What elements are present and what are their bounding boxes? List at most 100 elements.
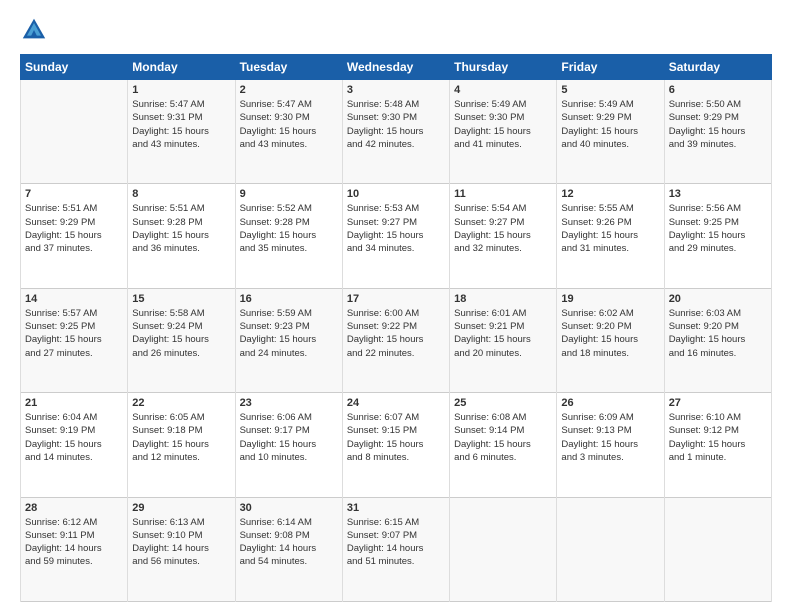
day-number: 15 (132, 293, 230, 305)
header (20, 16, 772, 44)
calendar-cell: 4Sunrise: 5:49 AM Sunset: 9:30 PM Daylig… (450, 80, 557, 184)
day-number: 14 (25, 293, 123, 305)
day-info: Sunrise: 5:59 AM Sunset: 9:23 PM Dayligh… (240, 307, 338, 360)
calendar-cell (21, 80, 128, 184)
day-info: Sunrise: 5:51 AM Sunset: 9:29 PM Dayligh… (25, 202, 123, 255)
day-info: Sunrise: 6:12 AM Sunset: 9:11 PM Dayligh… (25, 516, 123, 569)
calendar-cell: 28 Sunrise: 6:12 AM Sunset: 9:11 PM Dayli… (21, 497, 128, 601)
weekday-header-monday: Monday (128, 55, 235, 80)
day-info: Sunrise: 6:05 AM Sunset: 9:18 PM Dayligh… (132, 411, 230, 464)
calendar-week-row: 21 Sunrise: 6:04 AM Sunset: 9:19 PM Dayli… (21, 393, 772, 497)
day-info: Sunrise: 5:49 AM Sunset: 9:29 PM Dayligh… (561, 98, 659, 151)
weekday-header-wednesday: Wednesday (342, 55, 449, 80)
day-number: 17 (347, 293, 445, 305)
calendar-week-row: 14 Sunrise: 5:57 AM Sunset: 9:25 PM Dayli… (21, 288, 772, 392)
calendar-cell: 20Sunrise: 6:03 AM Sunset: 9:20 PM Dayli… (664, 288, 771, 392)
day-number: 4 (454, 84, 552, 96)
day-info: Sunrise: 6:08 AM Sunset: 9:14 PM Dayligh… (454, 411, 552, 464)
day-number: 29 (132, 502, 230, 514)
calendar-week-row: 28 Sunrise: 6:12 AM Sunset: 9:11 PM Dayli… (21, 497, 772, 601)
day-info: Sunrise: 5:50 AM Sunset: 9:29 PM Dayligh… (669, 98, 767, 151)
day-number: 28 (25, 502, 123, 514)
calendar-cell: 27 Sunrise: 6:10 AM Sunset: 9:12 PM Dayli… (664, 393, 771, 497)
day-info: Sunrise: 5:47 AM Sunset: 9:30 PM Dayligh… (240, 98, 338, 151)
logo (20, 16, 52, 44)
day-info: Sunrise: 6:09 AM Sunset: 9:13 PM Dayligh… (561, 411, 659, 464)
calendar-cell: 8 Sunrise: 5:51 AM Sunset: 9:28 PM Daylig… (128, 184, 235, 288)
day-info: Sunrise: 5:58 AM Sunset: 9:24 PM Dayligh… (132, 307, 230, 360)
weekday-header-tuesday: Tuesday (235, 55, 342, 80)
calendar-cell: 6Sunrise: 5:50 AM Sunset: 9:29 PM Daylig… (664, 80, 771, 184)
calendar-week-row: 7Sunrise: 5:51 AM Sunset: 9:29 PM Daylig… (21, 184, 772, 288)
day-number: 24 (347, 397, 445, 409)
day-info: Sunrise: 5:57 AM Sunset: 9:25 PM Dayligh… (25, 307, 123, 360)
day-number: 26 (561, 397, 659, 409)
calendar-cell: 15 Sunrise: 5:58 AM Sunset: 9:24 PM Dayli… (128, 288, 235, 392)
calendar-cell: 11 Sunrise: 5:54 AM Sunset: 9:27 PM Dayli… (450, 184, 557, 288)
logo-icon (20, 16, 48, 44)
calendar-cell: 9Sunrise: 5:52 AM Sunset: 9:28 PM Daylig… (235, 184, 342, 288)
calendar-cell: 26 Sunrise: 6:09 AM Sunset: 9:13 PM Dayli… (557, 393, 664, 497)
day-info: Sunrise: 6:00 AM Sunset: 9:22 PM Dayligh… (347, 307, 445, 360)
day-number: 23 (240, 397, 338, 409)
calendar-cell: 16 Sunrise: 5:59 AM Sunset: 9:23 PM Dayli… (235, 288, 342, 392)
weekday-header-thursday: Thursday (450, 55, 557, 80)
calendar-cell: 12 Sunrise: 5:55 AM Sunset: 9:26 PM Dayli… (557, 184, 664, 288)
day-info: Sunrise: 6:04 AM Sunset: 9:19 PM Dayligh… (25, 411, 123, 464)
day-info: Sunrise: 6:14 AM Sunset: 9:08 PM Dayligh… (240, 516, 338, 569)
day-info: Sunrise: 5:55 AM Sunset: 9:26 PM Dayligh… (561, 202, 659, 255)
weekday-header-saturday: Saturday (664, 55, 771, 80)
calendar-cell: 3 Sunrise: 5:48 AM Sunset: 9:30 PM Daylig… (342, 80, 449, 184)
day-info: Sunrise: 5:51 AM Sunset: 9:28 PM Dayligh… (132, 202, 230, 255)
day-number: 22 (132, 397, 230, 409)
calendar-cell (557, 497, 664, 601)
day-number: 12 (561, 188, 659, 200)
day-number: 21 (25, 397, 123, 409)
calendar-cell (664, 497, 771, 601)
day-number: 18 (454, 293, 552, 305)
day-info: Sunrise: 5:56 AM Sunset: 9:25 PM Dayligh… (669, 202, 767, 255)
calendar-cell: 24 Sunrise: 6:07 AM Sunset: 9:15 PM Dayli… (342, 393, 449, 497)
day-info: Sunrise: 6:01 AM Sunset: 9:21 PM Dayligh… (454, 307, 552, 360)
calendar-cell: 19 Sunrise: 6:02 AM Sunset: 9:20 PM Dayli… (557, 288, 664, 392)
calendar-cell: 17 Sunrise: 6:00 AM Sunset: 9:22 PM Dayli… (342, 288, 449, 392)
day-info: Sunrise: 6:06 AM Sunset: 9:17 PM Dayligh… (240, 411, 338, 464)
calendar-cell: 13Sunrise: 5:56 AM Sunset: 9:25 PM Dayli… (664, 184, 771, 288)
day-number: 16 (240, 293, 338, 305)
day-number: 8 (132, 188, 230, 200)
day-info: Sunrise: 6:02 AM Sunset: 9:20 PM Dayligh… (561, 307, 659, 360)
calendar-cell: 29 Sunrise: 6:13 AM Sunset: 9:10 PM Dayli… (128, 497, 235, 601)
day-number: 25 (454, 397, 552, 409)
day-info: Sunrise: 5:48 AM Sunset: 9:30 PM Dayligh… (347, 98, 445, 151)
calendar-cell: 18 Sunrise: 6:01 AM Sunset: 9:21 PM Dayli… (450, 288, 557, 392)
day-number: 11 (454, 188, 552, 200)
day-info: Sunrise: 5:54 AM Sunset: 9:27 PM Dayligh… (454, 202, 552, 255)
calendar-cell: 23 Sunrise: 6:06 AM Sunset: 9:17 PM Dayli… (235, 393, 342, 497)
page: SundayMondayTuesdayWednesdayThursdayFrid… (0, 0, 792, 612)
day-number: 3 (347, 84, 445, 96)
calendar-cell: 14 Sunrise: 5:57 AM Sunset: 9:25 PM Dayli… (21, 288, 128, 392)
calendar-cell: 22 Sunrise: 6:05 AM Sunset: 9:18 PM Dayli… (128, 393, 235, 497)
day-info: Sunrise: 6:10 AM Sunset: 9:12 PM Dayligh… (669, 411, 767, 464)
day-info: Sunrise: 6:07 AM Sunset: 9:15 PM Dayligh… (347, 411, 445, 464)
day-number: 2 (240, 84, 338, 96)
calendar-cell: 1Sunrise: 5:47 AM Sunset: 9:31 PM Daylig… (128, 80, 235, 184)
day-info: Sunrise: 6:03 AM Sunset: 9:20 PM Dayligh… (669, 307, 767, 360)
day-info: Sunrise: 6:15 AM Sunset: 9:07 PM Dayligh… (347, 516, 445, 569)
day-number: 5 (561, 84, 659, 96)
calendar-cell: 5 Sunrise: 5:49 AM Sunset: 9:29 PM Daylig… (557, 80, 664, 184)
weekday-header-friday: Friday (557, 55, 664, 80)
calendar-cell: 2 Sunrise: 5:47 AM Sunset: 9:30 PM Daylig… (235, 80, 342, 184)
day-number: 19 (561, 293, 659, 305)
calendar-cell: 21 Sunrise: 6:04 AM Sunset: 9:19 PM Dayli… (21, 393, 128, 497)
day-number: 1 (132, 84, 230, 96)
calendar-cell: 7Sunrise: 5:51 AM Sunset: 9:29 PM Daylig… (21, 184, 128, 288)
day-number: 27 (669, 397, 767, 409)
day-number: 31 (347, 502, 445, 514)
day-info: Sunrise: 5:52 AM Sunset: 9:28 PM Dayligh… (240, 202, 338, 255)
weekday-header-sunday: Sunday (21, 55, 128, 80)
calendar-header-row: SundayMondayTuesdayWednesdayThursdayFrid… (21, 55, 772, 80)
calendar-cell: 10Sunrise: 5:53 AM Sunset: 9:27 PM Dayli… (342, 184, 449, 288)
day-info: Sunrise: 6:13 AM Sunset: 9:10 PM Dayligh… (132, 516, 230, 569)
day-number: 30 (240, 502, 338, 514)
